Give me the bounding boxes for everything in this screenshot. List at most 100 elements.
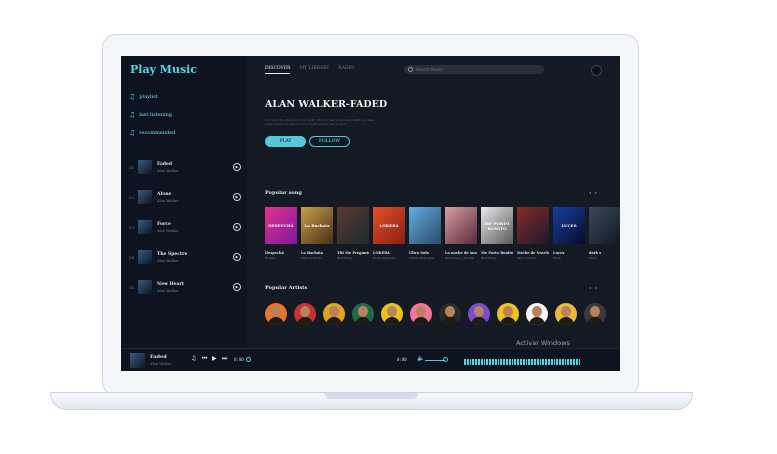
next-icon[interactable]: ⏭	[222, 355, 227, 363]
play-circle-icon[interactable]: ▶	[233, 283, 241, 291]
artist-avatar[interactable]	[265, 303, 287, 325]
artist-avatar[interactable]	[294, 303, 316, 325]
song-card[interactable]: LUCES Luces Mora	[553, 207, 585, 260]
artist-body	[355, 317, 371, 325]
now-playing-artist: Alan Walker	[150, 362, 172, 366]
artist-head	[387, 306, 397, 317]
follow-button[interactable]: FOLLOW	[309, 136, 350, 147]
arrow-left-icon[interactable]: ◂	[589, 285, 591, 290]
artist-avatar[interactable]	[410, 303, 432, 325]
tab-my-library[interactable]: MY LIBRARY	[299, 66, 329, 74]
search-box	[404, 65, 544, 74]
song-cover: DESPECHÁ	[265, 207, 297, 244]
artist-avatar[interactable]	[555, 303, 577, 325]
visualizer-bar	[505, 359, 508, 365]
track-title: Faded	[157, 161, 173, 167]
song-card[interactable]: ME PORTO BONITO Me Porto Bonito Bad Bunny	[481, 207, 513, 260]
current-time: 0:00	[234, 357, 244, 362]
tab-discover[interactable]: DISCOVER	[265, 66, 291, 74]
nav-item-label: playlist	[139, 94, 158, 100]
track-number: 04	[129, 254, 135, 260]
song-card[interactable]: DESPECHÁ Despechá Rosalía	[265, 207, 297, 260]
song-artist: Paulo Londra	[517, 256, 536, 260]
artist-avatar[interactable]	[584, 303, 606, 325]
artist-head	[329, 306, 339, 317]
volume-slider[interactable]	[443, 357, 448, 362]
artist-avatar[interactable]	[468, 303, 490, 325]
visualizer-bar	[483, 359, 486, 365]
artist-avatar[interactable]	[526, 303, 548, 325]
playlist-icon[interactable]: ♫	[191, 355, 196, 362]
visualizer-bar	[475, 359, 477, 365]
artist-head	[590, 306, 600, 317]
song-card[interactable]: Ultra Solo Polimá Westcoast	[409, 207, 441, 260]
visualizer-bar	[497, 359, 500, 365]
music-note-icon: ♫	[129, 111, 136, 119]
artist-body	[529, 317, 545, 325]
play-button[interactable]: PLAY	[265, 136, 306, 147]
play-circle-icon[interactable]: ▶	[233, 163, 241, 171]
song-title: Me Porto Bonito	[481, 251, 513, 255]
track-artist: Alan Walker	[157, 168, 179, 173]
volume-icon[interactable]: 🔈	[417, 355, 424, 362]
nav-item-last-listening[interactable]: ♫ last listening	[129, 111, 172, 119]
track-cover	[138, 160, 152, 174]
track-cover	[138, 190, 152, 204]
sidebar-track[interactable]: 02 Alone Alan Walker ▶	[129, 187, 241, 207]
arrow-right-icon[interactable]: ▸	[595, 190, 597, 195]
song-card[interactable]: La noche de anocheBad Bunny y Rosalía	[445, 207, 477, 260]
arrow-left-icon[interactable]: ◂	[589, 190, 591, 195]
visualizer-bar	[491, 359, 494, 365]
progress-slider[interactable]	[246, 357, 251, 362]
visualizer-bar	[519, 359, 522, 365]
song-card[interactable]: LOKERA LOKERA Rauw Alejandro	[373, 207, 405, 260]
hero-description: You were the shadow to my light. Did you…	[265, 118, 375, 126]
play-icon[interactable]: ▶	[212, 355, 217, 362]
sidebar-track[interactable]: 03 Force Alan Walker ▶	[129, 217, 241, 237]
song-cover	[517, 207, 549, 244]
artist-avatar[interactable]	[439, 303, 461, 325]
user-avatar[interactable]	[591, 65, 602, 76]
search-input[interactable]	[416, 67, 536, 72]
visualizer-bar	[547, 359, 550, 365]
track-artist: Alan Walker	[157, 258, 179, 263]
play-circle-icon[interactable]: ▶	[233, 223, 241, 231]
sidebar-track[interactable]: 05 New Heart Alan Walker ▶	[129, 277, 241, 297]
song-card[interactable]: dark s Mora	[589, 207, 620, 260]
track-cover	[138, 250, 152, 264]
tab-radio[interactable]: RADIO	[338, 66, 354, 74]
artist-avatar[interactable]	[497, 303, 519, 325]
play-circle-icon[interactable]: ▶	[233, 193, 241, 201]
nav-item-playlist[interactable]: ♫ playlist	[129, 93, 158, 101]
visualizer-bar	[464, 359, 466, 365]
artist-head	[445, 306, 455, 317]
song-title: Luces	[553, 251, 565, 255]
artist-avatar[interactable]	[352, 303, 374, 325]
song-card[interactable]: La Bachata La Bachata Manuel Turizo	[301, 207, 333, 260]
song-artist: Bad Bunny	[337, 256, 353, 260]
visualizer-bar	[528, 359, 531, 365]
artist-head	[474, 306, 484, 317]
track-cover	[138, 220, 152, 234]
song-title: Despechá	[265, 251, 284, 255]
music-note-icon: ♫	[129, 129, 136, 137]
artist-avatar[interactable]	[323, 303, 345, 325]
previous-icon[interactable]: ⏮	[202, 355, 207, 363]
visualizer-bar	[500, 359, 503, 365]
visualizer-bar	[531, 359, 533, 365]
visualizer-bar	[539, 359, 542, 365]
sidebar-track[interactable]: 04 The Spectre Alan Walker ▶	[129, 247, 241, 267]
volume-track[interactable]	[425, 360, 445, 361]
search-icon	[408, 67, 413, 72]
sidebar-track[interactable]: 01 Faded Alan Walker ▶	[129, 157, 241, 177]
nav-item-recommended[interactable]: ♫ recommended	[129, 129, 175, 137]
artist-head	[300, 306, 310, 317]
arrow-right-icon[interactable]: ▸	[595, 285, 597, 290]
artist-body	[587, 317, 603, 325]
song-card[interactable]: Noche de Novela Paulo Londra	[517, 207, 549, 260]
nav-item-label: recommended	[139, 130, 176, 136]
artist-avatar[interactable]	[381, 303, 403, 325]
song-artist: Rauw Alejandro	[373, 256, 396, 260]
play-circle-icon[interactable]: ▶	[233, 253, 241, 261]
song-card[interactable]: Tití Me Preguntó Bad Bunny	[337, 207, 369, 260]
